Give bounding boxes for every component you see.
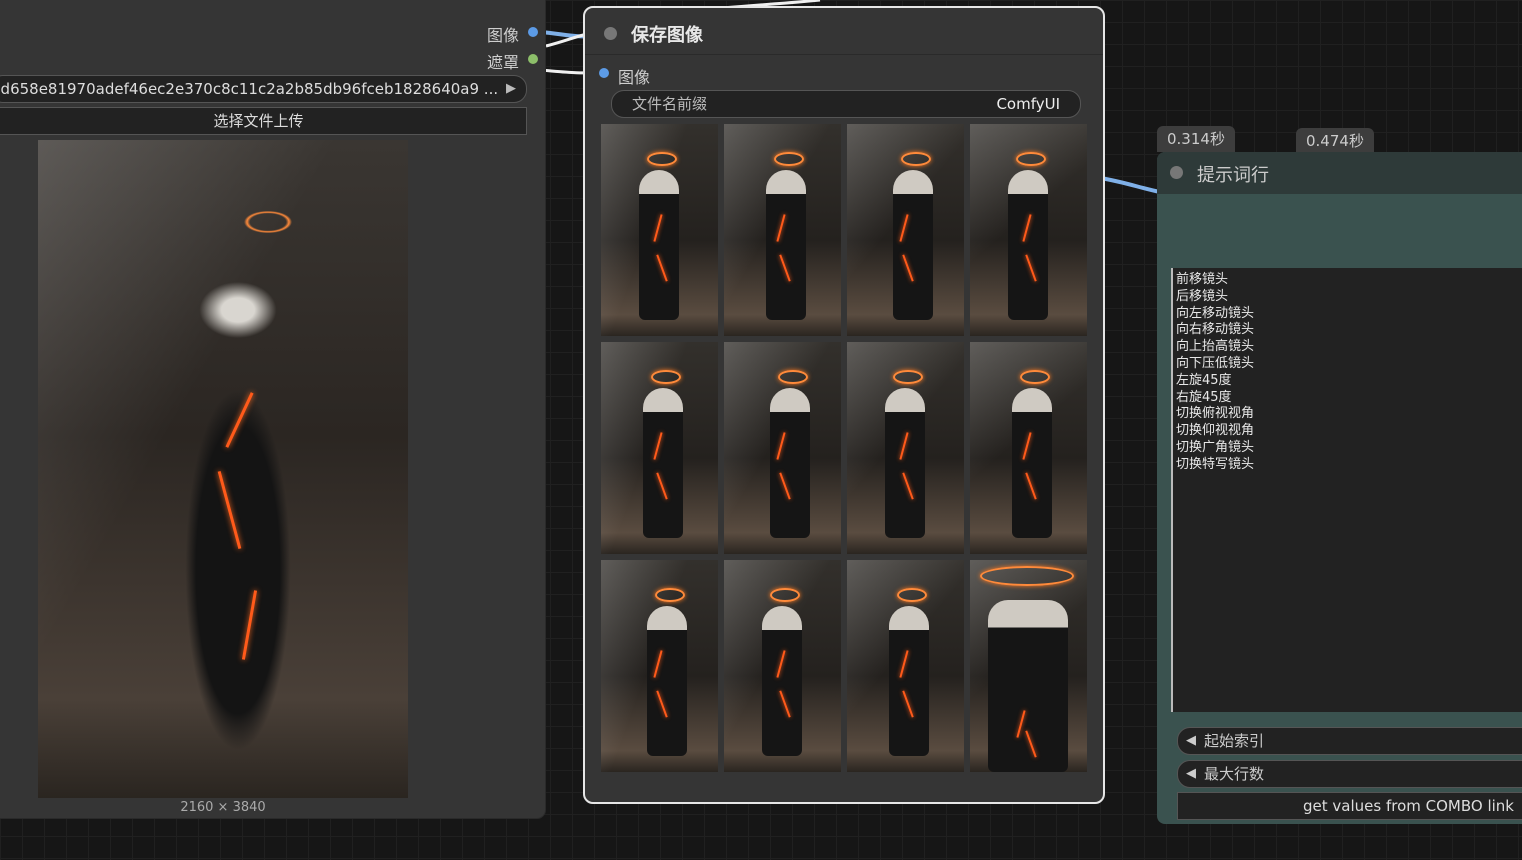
thumbnail-figure <box>893 170 933 320</box>
prompt-textarea[interactable]: 前移镜头 后移镜头 向左移动镜头 向右移动镜头 向上抬高镜头 向下压低镜头 左旋45度 右旋4… <box>1171 268 1522 712</box>
output-thumbnail[interactable] <box>601 342 718 554</box>
upload-button[interactable]: 选择文件上传 <box>0 107 527 135</box>
halo-ring <box>980 566 1074 586</box>
prompt-line: 切换广角镜头 <box>1176 439 1255 455</box>
output-thumbnail[interactable] <box>847 560 964 772</box>
preview-figure <box>153 250 323 770</box>
halo-ring <box>647 152 677 166</box>
input-slot-image[interactable] <box>599 68 609 78</box>
output-thumbnail[interactable] <box>601 560 718 772</box>
halo-ring <box>1020 370 1050 384</box>
thumbnail-figure <box>1008 170 1048 320</box>
prompt-line: 前移镜头 <box>1176 272 1229 287</box>
max-rows-field[interactable]: ◀ 最大行数 <box>1177 760 1522 788</box>
image-preview <box>38 140 408 798</box>
output-thumbnail[interactable] <box>601 124 718 336</box>
output-thumbnail[interactable] <box>970 342 1087 554</box>
prompt-line: 向上抬高镜头 <box>1176 339 1255 355</box>
timer-badge: 0.314秒 <box>1157 126 1235 152</box>
max-rows-label: 最大行数 <box>1204 765 1265 783</box>
prompt-line: 右旋45度 <box>1176 389 1232 405</box>
halo-ring <box>774 152 804 166</box>
image-size-label: 2160 × 3840 <box>180 800 266 815</box>
output-label-mask: 遮罩 <box>487 53 520 72</box>
prompt-line-node[interactable]: 提示词行 前移镜头 后移镜头 向左移动镜头 向右移动镜头 向上抬高镜头 向下压低镜头 左旋4… <box>1157 152 1522 824</box>
prompt-line: 切换俯视视角 <box>1176 406 1255 422</box>
prompt-line: 切换特写镜头 <box>1176 456 1255 472</box>
decrement-arrow-icon[interactable]: ◀ <box>1186 761 1196 787</box>
output-thumbnail[interactable] <box>724 560 841 772</box>
thumbnail-figure <box>647 606 687 756</box>
title-divider <box>585 54 1103 55</box>
get-values-label: get values from COMBO link <box>1303 797 1514 815</box>
filename-prefix-field[interactable]: 文件名前缀 ComfyUI <box>611 90 1081 118</box>
output-thumbnail[interactable] <box>724 342 841 554</box>
output-label-image: 图像 <box>487 26 520 45</box>
start-index-field[interactable]: ◀ 起始索引 <box>1177 727 1522 755</box>
prompt-lines: 前移镜头 后移镜头 向左移动镜头 向右移动镜头 向上抬高镜头 向下压低镜头 左旋45度 右旋4… <box>1173 268 1522 474</box>
load-image-node[interactable]: 图像 遮罩 0d658e81970adef46ec2e370c8c11c2a2b… <box>0 0 545 818</box>
output-thumbnail[interactable] <box>970 124 1087 336</box>
collapse-dot[interactable] <box>1170 166 1183 179</box>
halo-ring <box>651 370 681 384</box>
halo-ring <box>655 588 685 602</box>
image-select[interactable]: 0d658e81970adef46ec2e370c8c11c2a2b85db96… <box>0 75 527 103</box>
output-thumbnail[interactable] <box>847 124 964 336</box>
halo-ring <box>1016 152 1046 166</box>
decrement-arrow-icon[interactable]: ◀ <box>1186 728 1196 754</box>
filename-prefix-label: 文件名前缀 <box>632 95 708 113</box>
get-values-button[interactable]: get values from COMBO link <box>1177 792 1522 820</box>
input-label-image: 图像 <box>618 68 651 87</box>
thumbnail-figure <box>1012 388 1052 538</box>
thumbnail-figure <box>770 388 810 538</box>
output-thumbnail[interactable] <box>970 560 1087 772</box>
collapse-dot[interactable] <box>604 27 617 40</box>
output-image-grid <box>601 124 1091 779</box>
output-slot-mask[interactable] <box>528 54 538 64</box>
prompt-line: 切换仰视视角 <box>1176 423 1255 439</box>
thumbnail-figure <box>762 606 802 756</box>
save-image-node[interactable]: 保存图像 图像 文件名前缀 ComfyUI <box>583 6 1105 804</box>
thumbnail-figure <box>639 170 679 320</box>
start-index-label: 起始索引 <box>1204 732 1265 750</box>
prompt-line: 向左移动镜头 <box>1176 305 1255 321</box>
thumbnail-figure <box>885 388 925 538</box>
timer-badge: 0.474秒 <box>1296 128 1374 154</box>
halo-ring <box>893 370 923 384</box>
thumbnail-figure <box>643 388 683 538</box>
node-title: 提示词行 <box>1197 165 1269 186</box>
thumbnail-figure <box>988 600 1068 772</box>
output-thumbnail[interactable] <box>724 124 841 336</box>
prompt-line: 后移镜头 <box>1176 288 1229 304</box>
halo-ring <box>897 588 927 602</box>
thumbnail-figure <box>766 170 806 320</box>
thumbnail-figure <box>889 606 929 756</box>
image-select-value: 0d658e81970adef46ec2e370c8c11c2a2b85db96… <box>0 80 499 98</box>
halo-ring <box>770 588 800 602</box>
halo-ring <box>778 370 808 384</box>
output-thumbnail[interactable] <box>847 342 964 554</box>
node-title: 保存图像 <box>631 25 703 46</box>
prompt-line: 向下压低镜头 <box>1176 355 1255 371</box>
prompt-line: 向右移动镜头 <box>1176 322 1255 338</box>
filename-prefix-value: ComfyUI <box>996 95 1060 113</box>
halo-ring <box>901 152 931 166</box>
prompt-line: 左旋45度 <box>1176 372 1232 388</box>
chevron-right-icon[interactable]: ▶ <box>506 76 516 102</box>
link-prompt <box>1099 176 1161 194</box>
output-slot-image[interactable] <box>528 27 538 37</box>
